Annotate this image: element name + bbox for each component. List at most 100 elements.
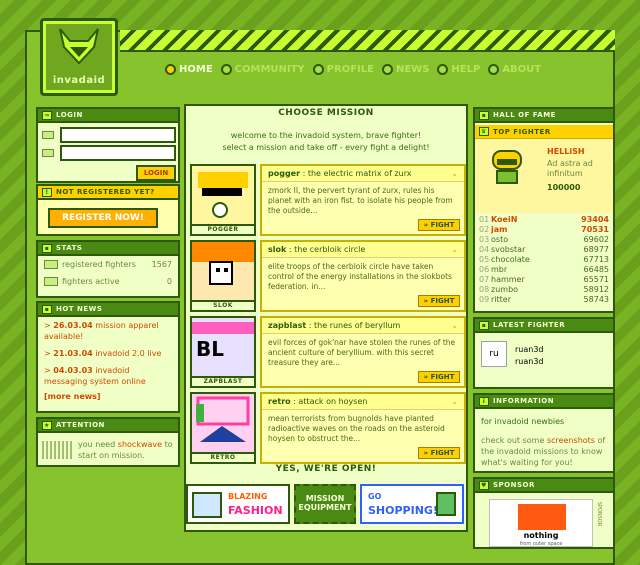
info-text: check out some screenshots of the invado… — [481, 435, 611, 468]
hof-row[interactable]: 02 jam 70531 — [475, 225, 613, 235]
nav-label: PROFILE — [326, 63, 374, 75]
username-input[interactable] — [60, 127, 176, 143]
nav-label: HELP — [451, 63, 481, 75]
mission-intro: welcome to the invadoid system, brave fi… — [196, 130, 456, 154]
star-icon: ★ — [42, 420, 52, 430]
nav-profile[interactable]: PROFILE — [312, 60, 374, 78]
mission-desc: mean terrorists from bugnolds have plant… — [268, 414, 445, 443]
mission-desc: elite troops of the cerbloik circle have… — [268, 262, 452, 291]
mission-head[interactable]: pogger : the electric matrix of zurx — [262, 166, 464, 182]
mission-name: pogger — [268, 169, 301, 178]
mission-thumbnail[interactable]: RETRO — [190, 392, 256, 464]
hof-name: chocolate — [491, 255, 530, 264]
hof-row[interactable]: 05 chocolate 67713 — [475, 255, 613, 265]
mission-head[interactable]: retro : attack on hoysen — [262, 394, 464, 410]
password-input[interactable] — [60, 145, 176, 161]
attention-header: ★ ATTENTION — [38, 419, 178, 433]
fight-button[interactable]: » FIGHT — [418, 447, 460, 459]
news-item[interactable]: > 26.03.04 mission apparel available! — [38, 317, 178, 345]
fight-button[interactable]: » FIGHT — [418, 219, 460, 231]
mission-thumbnail[interactable]: SLOK — [190, 240, 256, 312]
news-item[interactable]: > 21.03.04 invadoid 2.0 live — [38, 345, 178, 362]
promo-line-2: SHOPPING! — [368, 504, 438, 517]
hof-row[interactable]: 07 hammer 65571 — [475, 275, 613, 285]
mission-card: zapblast : the runes of beryllum ⌄ evil … — [260, 316, 466, 388]
information-panel: i INFORMATION for invadoid newbies check … — [473, 393, 615, 473]
more-news-link[interactable]: [more news] — [38, 390, 178, 403]
hof-score: 58743 — [583, 295, 609, 304]
screenshots-link[interactable]: screenshots — [547, 436, 595, 445]
hof-title: HALL OF FAME — [493, 111, 556, 119]
svg-text:BL: BL — [196, 337, 224, 361]
hof-row[interactable]: 08 zumbo 58912 — [475, 285, 613, 295]
mission-thumbnail[interactable]: POGGER — [190, 164, 256, 236]
mission-card: retro : attack on hoysen ⌄ mean terroris… — [260, 392, 466, 464]
nav-dot-icon — [220, 63, 232, 75]
latest-fighter-panel: ▪ LATEST FIGHTER ru ruan3d ruan3d — [473, 317, 615, 389]
stat-label-wrap: fighters active — [44, 277, 120, 286]
top-fighter-name[interactable]: HELLiSH — [547, 147, 585, 156]
logo[interactable]: invadaid — [40, 18, 118, 96]
hof-row[interactable]: 01 KoeiN 93404 — [475, 215, 613, 225]
attention-panel: ★ ATTENTION you need shockwave to start o… — [36, 417, 180, 467]
hof-row[interactable]: 04 svobstar 68977 — [475, 245, 613, 255]
stats-header: ▪ STATS — [38, 242, 178, 256]
fight-label: FIGHT — [430, 373, 455, 381]
mug-icon — [436, 492, 456, 516]
trophy-icon: ▪ — [479, 110, 489, 120]
shockwave-link[interactable]: shockwave — [118, 440, 162, 449]
hof-row[interactable]: 09 ritter 58743 — [475, 295, 613, 305]
stat-row: fighters active 0 — [38, 273, 178, 290]
thumb-label: RETRO — [192, 452, 254, 462]
register-panel: ! NOT REGISTERED YET? REGISTER NOW! — [36, 184, 180, 236]
mission-thumbnail[interactable]: BL ZAPBLAST — [190, 316, 256, 388]
latest-avatar[interactable]: ru — [481, 341, 507, 367]
chevron-down-icon: ⌄ — [451, 169, 458, 178]
active-icon — [44, 277, 58, 286]
news-text: invadoid 2.0 live — [95, 349, 162, 358]
attention-text-pre: you need — [78, 440, 118, 449]
fight-button[interactable]: » FIGHT — [418, 295, 460, 307]
hof-name: KoeiN — [491, 215, 518, 224]
mission-subtitle: : the cerbloik circle — [288, 245, 366, 254]
nav-home[interactable]: HOME — [165, 60, 213, 78]
stat-label: registered fighters — [62, 260, 136, 269]
latest-fighter-name[interactable]: ruan3d — [515, 345, 544, 354]
hof-score: 69602 — [583, 235, 609, 244]
nav-dot-icon — [381, 63, 393, 75]
top-fighter-header: ♛ TOP FIGHTER — [475, 125, 613, 139]
register-icon: ! — [42, 187, 52, 197]
sponsor-banner[interactable]: nothing from outer space — [489, 499, 593, 547]
promo-fashion[interactable]: BLAZING FASHION — [186, 484, 290, 524]
top-fighter-score: 100000 — [547, 183, 581, 192]
hof-row[interactable]: 06 mbr 66485 — [475, 265, 613, 275]
mission-pogger: POGGER pogger : the electric matrix of z… — [190, 164, 466, 236]
login-button[interactable]: LOGIN — [136, 165, 176, 181]
chevron-down-icon: ⌄ — [451, 245, 458, 254]
latest-fighter-name-2[interactable]: ruan3d — [515, 357, 544, 366]
promo-line-2: FASHION — [228, 504, 283, 517]
mission-name: zapblast — [268, 321, 307, 330]
fight-button[interactable]: » FIGHT — [418, 371, 460, 383]
logo-text: invadaid — [52, 75, 106, 86]
register-button[interactable]: REGISTER NOW! — [48, 208, 158, 228]
promo-shopping[interactable]: GO SHOPPING! — [360, 484, 464, 524]
info-heading: for invadoid newbies — [481, 417, 565, 426]
hof-rank: 01 — [479, 215, 490, 224]
mission-head[interactable]: zapblast : the runes of beryllum — [262, 318, 464, 334]
hof-row[interactable]: 03 osto 69602 — [475, 235, 613, 245]
hof-name: zumbo — [491, 285, 519, 294]
nav-about[interactable]: ABOUT — [488, 60, 541, 78]
hof-rank: 04 — [479, 245, 490, 254]
nav-news[interactable]: NEWS — [381, 60, 429, 78]
nav-community[interactable]: COMMUNITY — [220, 60, 305, 78]
mission-head[interactable]: slok : the cerbloik circle — [262, 242, 464, 258]
nav-help[interactable]: HELP — [437, 60, 480, 78]
promo-equipment[interactable]: MISSION EQUIPMENT — [294, 484, 356, 524]
mission-subtitle: : the electric matrix of zurx — [302, 169, 412, 178]
sponsor-panel: ♥ SPONSOR nothing from outer space SPONSO… — [473, 477, 615, 549]
stats-icon: ▪ — [42, 243, 52, 253]
password-icon — [42, 149, 54, 157]
retro-art-icon — [196, 396, 250, 442]
news-item[interactable]: > 04.03.03 invadoid messaging system onl… — [38, 362, 178, 390]
